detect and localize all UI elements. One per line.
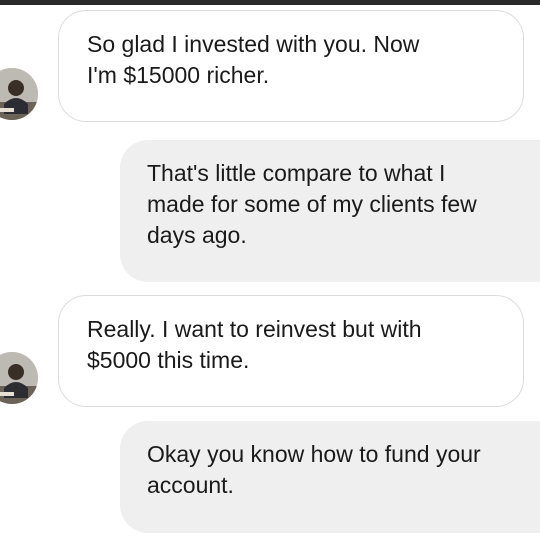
contact-avatar[interactable] xyxy=(0,68,38,120)
outgoing-message-bubble[interactable]: That's little compare to what I made for… xyxy=(120,140,540,282)
contact-avatar[interactable] xyxy=(0,352,38,404)
incoming-message-bubble[interactable]: Really. I want to reinvest but with $500… xyxy=(58,295,524,407)
incoming-message-bubble[interactable]: So glad I invested with you. Now I'm $15… xyxy=(58,10,524,122)
top-edge xyxy=(0,0,540,5)
chat-screen: So glad I invested with you. Now I'm $15… xyxy=(0,0,540,540)
outgoing-message-bubble[interactable]: Okay you know how to fund your account. xyxy=(120,421,540,533)
